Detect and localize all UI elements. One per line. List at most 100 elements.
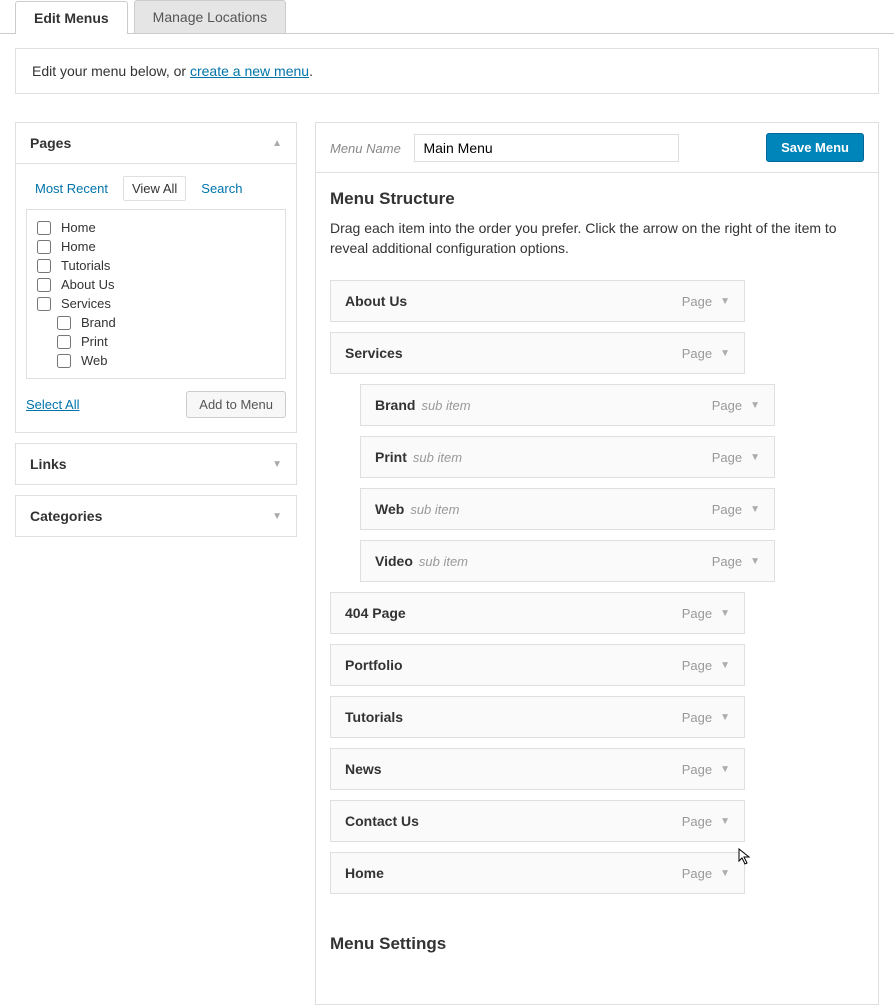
page-checkbox[interactable] bbox=[37, 259, 51, 273]
select-all-link[interactable]: Select All bbox=[26, 397, 79, 412]
panel-categories-title: Categories bbox=[30, 508, 102, 524]
menu-item[interactable]: Brand sub item Page ▼ bbox=[360, 384, 775, 426]
save-menu-button[interactable]: Save Menu bbox=[766, 133, 864, 162]
panel-categories-header[interactable]: Categories ▼ bbox=[16, 496, 296, 536]
menu-item[interactable]: 404 Page Page ▼ bbox=[330, 592, 745, 634]
panel-categories: Categories ▼ bbox=[15, 495, 297, 537]
triangle-down-icon: ▼ bbox=[272, 511, 282, 522]
page-list-item[interactable]: Home bbox=[37, 237, 275, 256]
page-item-label: Home bbox=[61, 239, 96, 254]
triangle-down-icon[interactable]: ▼ bbox=[720, 660, 730, 671]
tab-manage-locations[interactable]: Manage Locations bbox=[134, 0, 286, 33]
triangle-down-icon[interactable]: ▼ bbox=[720, 608, 730, 619]
menu-item-title: 404 Page bbox=[345, 605, 406, 621]
menu-item-title: Video bbox=[375, 553, 413, 569]
page-checkbox[interactable] bbox=[57, 316, 71, 330]
menu-item-title: News bbox=[345, 761, 382, 777]
menu-item[interactable]: Videosub itemPage▼ bbox=[360, 540, 775, 582]
page-checkbox[interactable] bbox=[37, 278, 51, 292]
menu-item[interactable]: About Us Page ▼ bbox=[330, 280, 745, 322]
menu-item[interactable]: Tutorials Page ▼ bbox=[330, 696, 745, 738]
menu-item[interactable]: ServicesPage▼ bbox=[330, 332, 745, 374]
menu-item-type: Page bbox=[712, 502, 742, 517]
tab-edit-menus[interactable]: Edit Menus bbox=[15, 1, 128, 34]
sub-item-label: sub item bbox=[413, 450, 462, 465]
menu-name-label: Menu Name bbox=[330, 141, 401, 156]
page-checkbox[interactable] bbox=[37, 240, 51, 254]
menu-item-title: Portfolio bbox=[345, 657, 403, 673]
panel-links: Links ▼ bbox=[15, 443, 297, 485]
page-item-label: Home bbox=[61, 220, 96, 235]
page-checkbox[interactable] bbox=[57, 335, 71, 349]
page-list-item[interactable]: Print bbox=[37, 332, 275, 351]
subtab-most-recent[interactable]: Most Recent bbox=[26, 176, 117, 201]
page-list-item[interactable]: Services bbox=[37, 294, 275, 313]
add-to-menu-button[interactable]: Add to Menu bbox=[186, 391, 286, 418]
page-list-item[interactable]: Tutorials bbox=[37, 256, 275, 275]
panel-links-header[interactable]: Links ▼ bbox=[16, 444, 296, 484]
page-list-item[interactable]: Brand bbox=[37, 313, 275, 332]
nav-tabs: Edit Menus Manage Locations bbox=[0, 0, 894, 34]
triangle-down-icon: ▼ bbox=[272, 459, 282, 470]
menu-item-type: Page bbox=[682, 762, 712, 777]
triangle-down-icon[interactable]: ▼ bbox=[720, 816, 730, 827]
page-list-item[interactable]: Web bbox=[37, 351, 275, 370]
page-checkbox[interactable] bbox=[57, 354, 71, 368]
menu-settings-title: Menu Settings bbox=[330, 934, 864, 954]
panel-pages: Pages ▲ Most Recent View All Search Home… bbox=[15, 122, 297, 433]
menu-item-title: Web bbox=[375, 501, 404, 517]
panel-pages-header[interactable]: Pages ▲ bbox=[16, 123, 296, 164]
menu-name-input[interactable] bbox=[414, 134, 679, 162]
create-new-menu-link[interactable]: create a new menu bbox=[190, 63, 309, 79]
page-checkbox[interactable] bbox=[37, 297, 51, 311]
menu-item-title: Tutorials bbox=[345, 709, 403, 725]
panel-links-title: Links bbox=[30, 456, 67, 472]
menu-item-type: Page bbox=[682, 814, 712, 829]
menu-item-type: Page bbox=[682, 294, 712, 309]
menu-item-title: Home bbox=[345, 865, 384, 881]
pages-subtabs: Most Recent View All Search bbox=[16, 164, 296, 209]
menu-item-type: Page bbox=[712, 554, 742, 569]
menu-items-list: About UsPage▼ServicesPage▼Brandsub itemP… bbox=[330, 280, 864, 894]
menu-structure-desc: Drag each item into the order you prefer… bbox=[330, 219, 864, 258]
menu-item[interactable]: Web sub item Page ▼ bbox=[360, 488, 775, 530]
triangle-down-icon[interactable]: ▼ bbox=[720, 348, 730, 359]
page-item-label: Tutorials bbox=[61, 258, 110, 273]
page-item-label: About Us bbox=[61, 277, 114, 292]
subtab-search[interactable]: Search bbox=[192, 176, 251, 201]
page-list-item[interactable]: About Us bbox=[37, 275, 275, 294]
menu-item[interactable]: Portfolio Page ▼ bbox=[330, 644, 745, 686]
triangle-down-icon[interactable]: ▼ bbox=[750, 452, 760, 463]
page-list-item[interactable]: Home bbox=[37, 218, 275, 237]
triangle-down-icon[interactable]: ▼ bbox=[720, 764, 730, 775]
page-checkbox[interactable] bbox=[37, 221, 51, 235]
sub-item-label: sub item bbox=[410, 502, 459, 517]
triangle-down-icon[interactable]: ▼ bbox=[750, 556, 760, 567]
menu-item-type: Page bbox=[712, 398, 742, 413]
triangle-down-icon[interactable]: ▼ bbox=[720, 868, 730, 879]
subtab-view-all[interactable]: View All bbox=[123, 176, 186, 201]
menu-item-type: Page bbox=[712, 450, 742, 465]
menu-item-title: Brand bbox=[375, 397, 415, 413]
sub-item-label: sub item bbox=[421, 398, 470, 413]
menu-item-type: Page bbox=[682, 866, 712, 881]
page-item-label: Services bbox=[61, 296, 111, 311]
menu-item[interactable]: Printsub itemPage▼ bbox=[360, 436, 775, 478]
menu-item-type: Page bbox=[682, 346, 712, 361]
menu-item-title: About Us bbox=[345, 293, 407, 309]
menu-structure-title: Menu Structure bbox=[330, 189, 864, 209]
menu-item-type: Page bbox=[682, 710, 712, 725]
main-area: Menu Name Save Menu Menu Structure Drag … bbox=[315, 122, 879, 1005]
menu-item-type: Page bbox=[682, 606, 712, 621]
menu-item-type: Page bbox=[682, 658, 712, 673]
menu-item[interactable]: Contact UsPage▼ bbox=[330, 800, 745, 842]
menu-item[interactable]: Home Page ▼ bbox=[330, 852, 745, 894]
page-item-label: Web bbox=[81, 353, 108, 368]
notice-suffix: . bbox=[309, 63, 313, 79]
triangle-down-icon[interactable]: ▼ bbox=[720, 712, 730, 723]
triangle-down-icon[interactable]: ▼ bbox=[750, 400, 760, 411]
page-list: Home Home Tutorials About Us Services BrandPr… bbox=[26, 209, 286, 379]
triangle-down-icon[interactable]: ▼ bbox=[750, 504, 760, 515]
menu-item[interactable]: News Page ▼ bbox=[330, 748, 745, 790]
triangle-down-icon[interactable]: ▼ bbox=[720, 296, 730, 307]
